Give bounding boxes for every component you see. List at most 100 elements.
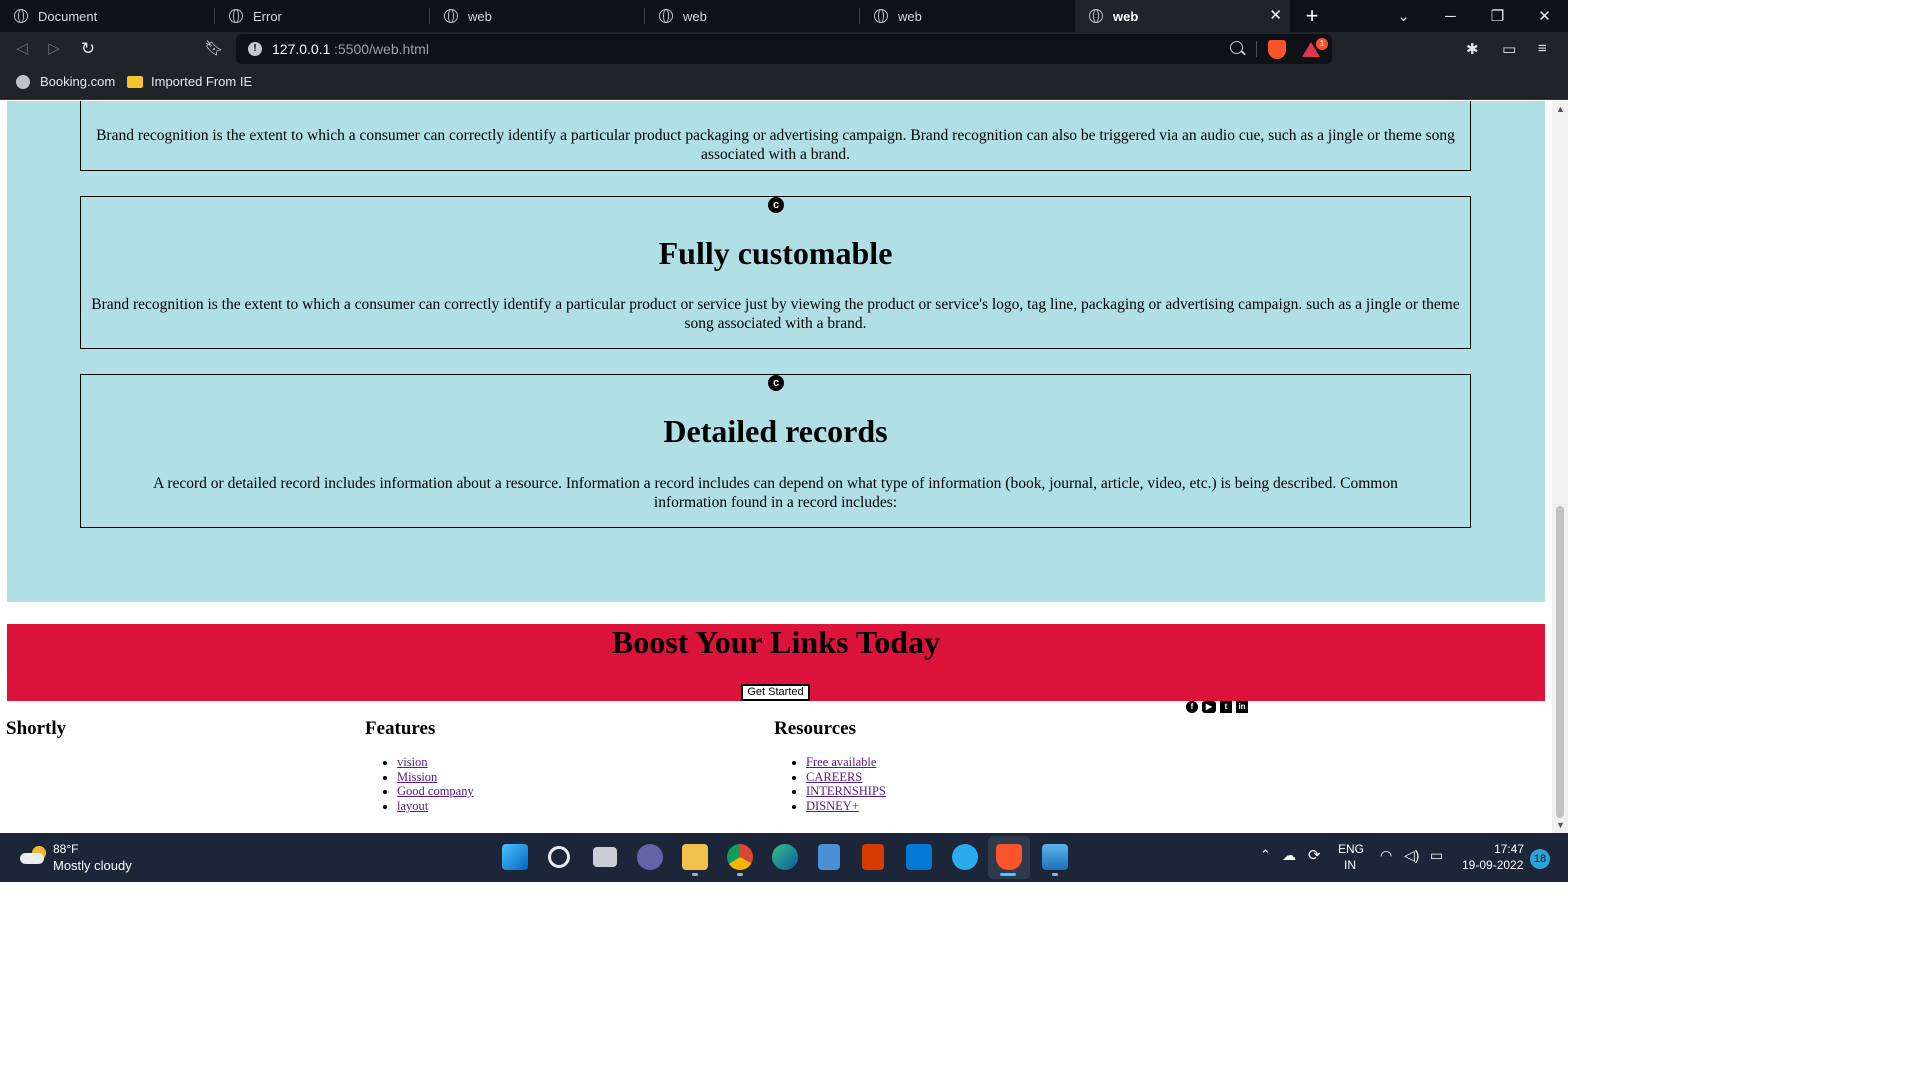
feature-card: c Fully customable Brand recognition is … (80, 196, 1471, 349)
chevron-up-icon[interactable]: ⌃ (1260, 847, 1271, 863)
footer-link-vision[interactable]: vision (397, 755, 428, 769)
footer-link-mission[interactable]: Mission (397, 770, 437, 784)
tab-search-chevron-icon[interactable]: ⌄ (1380, 0, 1427, 32)
list-item: DISNEY+ (806, 799, 886, 814)
browser-tab[interactable]: web (860, 0, 1075, 32)
footer-link-good-company[interactable]: Good company (397, 784, 474, 798)
office-icon[interactable] (862, 844, 884, 870)
copyright-icon: c (768, 375, 784, 391)
region-label[interactable]: IN (1344, 858, 1356, 872)
card-text: Brand recognition is the extent to which… (96, 127, 1455, 163)
wallet-icon[interactable]: ▭ (1502, 40, 1516, 58)
onedrive-cloud-icon[interactable]: ☁ (1282, 847, 1296, 864)
card-text: Brand recognition is the extent to which… (91, 296, 1460, 332)
windows-taskbar: 88°F Mostly cloudy ⌃ ☁ ⟳ ENG IN ◠ ◁) ▭ 1… (0, 833, 1568, 882)
minimize-button[interactable]: ─ (1427, 0, 1474, 32)
scrollbar-thumb[interactable] (1556, 506, 1564, 818)
language-label[interactable]: ENG (1338, 842, 1364, 856)
chat-icon[interactable] (637, 844, 663, 870)
browser-tab[interactable]: web (645, 0, 860, 32)
wifi-icon[interactable]: ◠ (1380, 847, 1392, 864)
sync-icon[interactable]: ⟳ (1308, 846, 1321, 864)
footer-link-careers[interactable]: CAREERS (806, 770, 862, 784)
footer-link-disney[interactable]: DISNEY+ (806, 799, 859, 813)
twitter-icon[interactable]: t (1220, 701, 1232, 713)
features-section: Brand recognition is the extent to which… (7, 101, 1545, 602)
new-tab-button[interactable]: + (1290, 0, 1334, 32)
telegram-icon[interactable] (952, 844, 978, 870)
rewards-badge: 1 (1316, 38, 1328, 50)
restore-button[interactable]: ❐ (1474, 0, 1521, 32)
footer-link-layout[interactable]: layout (397, 799, 428, 813)
clock-time[interactable]: 17:47 (1494, 842, 1524, 856)
browser-toolbar: ◁ ▷ ↻ 🔖︎ ! 127.0.0.1 :5500/web.html 1 ✱ … (0, 32, 1568, 66)
page-scrollbar[interactable]: ▲ ▼ (1552, 101, 1568, 833)
reload-button[interactable]: ↻ (76, 38, 100, 60)
menu-icon[interactable]: ≡ (1538, 40, 1547, 57)
globe-icon (16, 74, 30, 89)
folder-icon (127, 75, 143, 88)
zoom-icon[interactable] (1230, 41, 1243, 54)
browser-tab-active[interactable]: web ✕ (1075, 0, 1290, 32)
close-window-button[interactable]: ✕ (1521, 0, 1568, 32)
youtube-icon[interactable]: ▶ (1202, 701, 1216, 713)
list-item: INTERNSHIPS (806, 784, 886, 799)
feature-card: c Detailed records A record or detailed … (80, 374, 1471, 528)
vscode-icon[interactable] (906, 844, 932, 870)
notification-badge[interactable]: 18 (1530, 849, 1550, 869)
forward-button[interactable]: ▷ (42, 38, 66, 60)
globe-icon (874, 9, 888, 23)
browser-tab[interactable]: Error (215, 0, 430, 32)
notepad-icon[interactable] (818, 844, 840, 870)
footer-link-internships[interactable]: INTERNSHIPS (806, 784, 886, 798)
list-item: Free available (806, 755, 886, 770)
url-host: 127.0.0.1 (272, 41, 331, 57)
photos-icon[interactable] (1042, 844, 1068, 870)
footer-link-free-available[interactable]: Free available (806, 755, 876, 769)
edge-icon[interactable] (772, 844, 798, 870)
task-view-icon[interactable] (593, 847, 617, 867)
globe-icon (14, 9, 28, 23)
bookmark-icon[interactable]: 🔖︎ (202, 38, 226, 60)
close-tab-icon[interactable]: ✕ (1269, 6, 1282, 24)
globe-icon (659, 9, 673, 23)
site-info-icon[interactable]: ! (248, 42, 262, 56)
footer-brand: Shortly (6, 718, 67, 739)
browser-tab[interactable]: Document (0, 0, 215, 32)
app-running-indicator (1052, 873, 1058, 876)
tab-title: Document (38, 8, 98, 24)
brave-icon[interactable] (996, 844, 1022, 870)
linkedin-icon[interactable]: in (1236, 701, 1248, 713)
brave-shield-icon[interactable] (1268, 40, 1286, 59)
tab-title: web (683, 8, 707, 24)
get-started-button[interactable]: Get Started (741, 684, 810, 701)
list-item: Mission (397, 770, 474, 785)
scroll-up-icon[interactable]: ▲ (1556, 104, 1565, 114)
tab-title: Error (253, 8, 282, 24)
weather-cloudy-icon[interactable] (20, 846, 46, 864)
back-button[interactable]: ◁ (10, 38, 34, 60)
weather-temperature[interactable]: 88°F (53, 842, 78, 856)
browser-tab[interactable]: web (430, 0, 645, 32)
volume-icon[interactable]: ◁) (1404, 847, 1419, 864)
battery-icon[interactable]: ▭ (1430, 847, 1443, 864)
address-bar[interactable]: ! 127.0.0.1 :5500/web.html 1 (236, 34, 1332, 64)
app-running-indicator (737, 873, 743, 876)
extensions-icon[interactable]: ✱ (1466, 40, 1479, 58)
bookmark-imported-folder[interactable]: Imported From IE (127, 74, 252, 89)
footer-features-heading: Features (365, 718, 436, 739)
chrome-icon[interactable] (727, 844, 753, 870)
card-text: A record or detailed record includes inf… (153, 475, 1398, 511)
facebook-icon[interactable]: f (1186, 701, 1198, 713)
file-explorer-icon[interactable] (682, 844, 708, 870)
search-icon[interactable] (548, 846, 570, 868)
bookmark-booking[interactable]: Booking.com (16, 74, 115, 89)
clock-date[interactable]: 19-09-2022 (1462, 858, 1523, 872)
list-item: Good company (397, 784, 474, 799)
bookmark-label: Booking.com (40, 74, 116, 89)
scroll-down-icon[interactable]: ▼ (1556, 820, 1565, 830)
windows-start-icon[interactable] (502, 844, 528, 870)
tab-title: web (898, 8, 922, 24)
cta-title: Boost Your Links Today (611, 624, 941, 660)
weather-description[interactable]: Mostly cloudy (53, 858, 132, 873)
